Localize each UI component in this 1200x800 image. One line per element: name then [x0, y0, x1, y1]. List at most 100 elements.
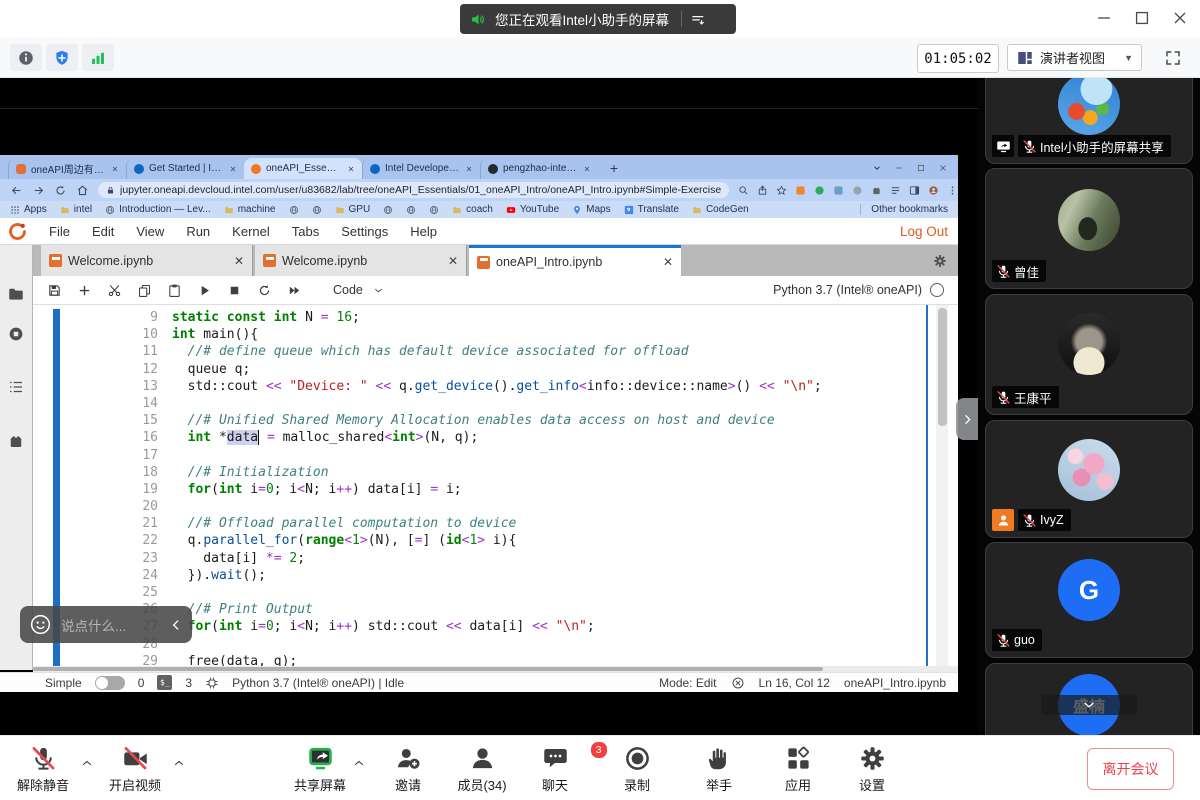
gear-icon[interactable] [932, 253, 948, 269]
record-button[interactable]: 录制 [597, 745, 677, 794]
profile-avatar[interactable] [928, 185, 939, 196]
tab-close-icon[interactable] [347, 165, 355, 173]
restart-kernel-icon[interactable] [257, 283, 272, 298]
menu-tabs[interactable]: Tabs [281, 224, 330, 239]
logout-button[interactable]: Log Out [900, 224, 948, 239]
browser-tab[interactable]: Intel Developer Zone [362, 158, 480, 179]
bookmark-item[interactable]: intel [60, 204, 92, 215]
stop-kernel-icon[interactable] [227, 283, 242, 298]
cell-type-dropdown[interactable]: Code [333, 283, 384, 297]
new-tab-button[interactable]: + [604, 158, 624, 178]
paste-cell-icon[interactable] [167, 283, 182, 298]
reload-icon[interactable] [54, 184, 67, 197]
browser-maximize-icon[interactable] [916, 163, 926, 173]
tab-close-icon[interactable]: ✕ [234, 254, 244, 268]
chevron-up-icon[interactable] [80, 757, 94, 769]
forward-icon[interactable] [32, 184, 45, 197]
extensions-puzzle-icon[interactable] [871, 185, 882, 196]
health-shield-button[interactable] [46, 44, 78, 71]
extension-orange-icon[interactable] [795, 185, 806, 196]
mic-off-button[interactable]: 解除静音 [3, 745, 83, 794]
tab-close-icon[interactable] [229, 165, 237, 173]
browser-tab[interactable]: oneAPI周边有礼：券卡1介绍_阿 [8, 158, 126, 179]
extension-blue-icon[interactable] [833, 185, 844, 196]
bookmark-item[interactable]: Introduction — Lev... [105, 204, 211, 215]
scroll-more-participants[interactable] [1041, 695, 1137, 715]
notebook-tab[interactable]: Welcome.ipynb✕ [41, 245, 253, 276]
bookmark-item[interactable]: CodeGen [692, 204, 749, 215]
maximize-button[interactable] [1132, 8, 1152, 28]
cut-cell-icon[interactable] [107, 283, 122, 298]
extension-green-icon[interactable] [814, 185, 825, 196]
menu-edit[interactable]: Edit [81, 224, 125, 239]
meeting-info-button[interactable] [10, 44, 42, 71]
chat-input-placeholder[interactable]: 说点什么... [61, 615, 160, 635]
bookmark-item[interactable]: coach [452, 204, 493, 215]
browser-tab[interactable]: Get Started | Intel® DevCloud [126, 158, 244, 179]
bookmark-item[interactable]: Apps [10, 204, 47, 215]
leave-meeting-button[interactable]: 离开会议 [1087, 748, 1174, 790]
kernel-status-text[interactable]: Python 3.7 (Intel® oneAPI) | Idle [232, 676, 404, 690]
menu-kernel[interactable]: Kernel [221, 224, 281, 239]
camera-off-button[interactable]: 开启视频 [95, 745, 175, 794]
cursor-position[interactable]: Ln 16, Col 12 [759, 676, 830, 690]
chat-button[interactable]: 3聊天 [515, 745, 595, 794]
members-button[interactable]: 成员(34) [442, 745, 522, 794]
url-omnibox[interactable]: jupyter.oneapi.devcloud.intel.com/user/u… [98, 182, 729, 198]
run-cell-icon[interactable] [197, 283, 212, 298]
terminal-icon[interactable]: $_ [157, 675, 172, 690]
chevron-left-icon[interactable] [169, 618, 183, 632]
browser-close-icon[interactable] [938, 163, 948, 173]
home-icon[interactable] [76, 184, 89, 197]
bookmark-item[interactable] [406, 205, 416, 215]
menu-settings[interactable]: Settings [330, 224, 399, 239]
participant-tile[interactable]: Intel小助手的屏幕共享 [985, 78, 1193, 164]
simple-mode-toggle[interactable] [95, 676, 125, 690]
menu-run[interactable]: Run [175, 224, 221, 239]
chevron-down-icon[interactable] [872, 163, 882, 173]
menu-dots-icon[interactable] [947, 185, 958, 196]
participant-tile[interactable]: IvyZ [985, 420, 1193, 538]
run-all-icon[interactable] [287, 283, 302, 298]
bookmark-item[interactable]: YouTube [506, 204, 559, 215]
bookmark-item[interactable]: GPU [335, 204, 371, 215]
add-cell-icon[interactable] [77, 283, 92, 298]
invite-button[interactable]: 邀请 [368, 745, 448, 794]
notebook-tab[interactable]: Welcome.ipynb✕ [255, 245, 467, 276]
share-icon[interactable] [757, 185, 768, 196]
tab-close-icon[interactable]: ✕ [663, 255, 673, 269]
extensions-icon[interactable] [7, 432, 25, 450]
tab-close-icon[interactable] [465, 165, 473, 173]
participant-tile[interactable]: 曾佳 [985, 168, 1193, 289]
menu-file[interactable]: File [38, 224, 81, 239]
magnifier-icon[interactable] [738, 185, 749, 196]
browser-minimize-icon[interactable] [894, 163, 904, 173]
emoji-icon[interactable] [29, 613, 52, 636]
participant-tile[interactable]: 王康平 [985, 294, 1193, 415]
copy-cell-icon[interactable] [137, 283, 152, 298]
participant-tile[interactable]: Gguo [985, 542, 1193, 658]
view-mode-selector[interactable]: 演讲者视图 ▼ [1007, 44, 1142, 71]
chevron-up-icon[interactable] [352, 757, 366, 769]
fullscreen-button[interactable] [1160, 45, 1186, 71]
menu-help[interactable]: Help [399, 224, 448, 239]
editor-vertical-scrollbar[interactable] [936, 305, 948, 666]
reading-list-icon[interactable] [890, 185, 901, 196]
back-icon[interactable] [10, 184, 23, 197]
side-panel-icon[interactable] [909, 185, 920, 196]
kernel-name[interactable]: Python 3.7 (Intel® oneAPI) [773, 283, 922, 297]
notebook-tab[interactable]: oneAPI_Intro.ipynb✕ [469, 245, 681, 276]
close-button[interactable] [1170, 8, 1190, 28]
minimize-button[interactable] [1094, 8, 1114, 28]
settings-button[interactable]: 设置 [832, 745, 912, 794]
browser-tab[interactable]: pengzhao-intel/oneAPI_course... [480, 158, 598, 179]
bookmark-item[interactable]: Translate [624, 204, 679, 215]
bookmark-item[interactable]: machine [224, 204, 276, 215]
bookmark-item[interactable] [289, 205, 299, 215]
other-bookmarks[interactable]: Other bookmarks [860, 204, 948, 215]
tab-close-icon[interactable] [583, 165, 591, 173]
network-quality-button[interactable] [82, 44, 114, 71]
bookmark-star-icon[interactable] [776, 185, 787, 196]
bookmark-item[interactable] [312, 205, 322, 215]
save-icon[interactable] [47, 283, 62, 298]
